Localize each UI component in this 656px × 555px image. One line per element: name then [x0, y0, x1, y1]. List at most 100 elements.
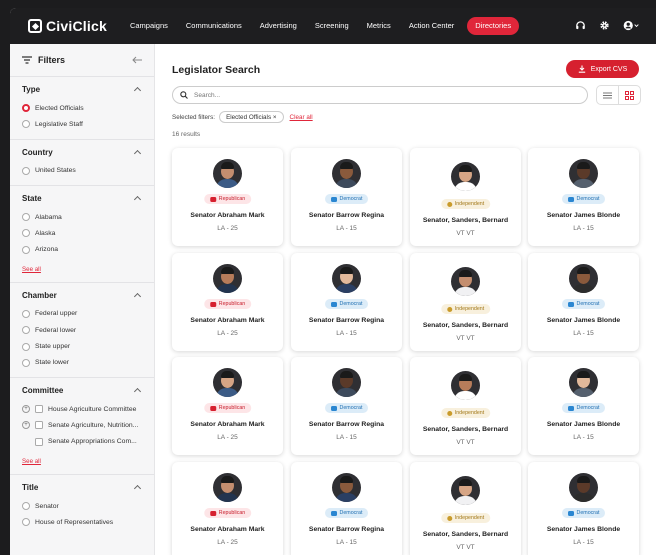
radio[interactable] [22, 213, 30, 222]
logo[interactable]: CiviClick [28, 18, 107, 34]
option-united-states[interactable]: United States [22, 163, 142, 179]
nav-campaigns[interactable]: Campaigns [121, 17, 177, 35]
nav-communications[interactable]: Communications [177, 17, 251, 35]
legislator-card[interactable]: Democrat Senator Barrow Regina LA - 15 [291, 357, 402, 455]
option-elected-officials[interactable]: Elected Officials [22, 100, 142, 116]
search-bar[interactable] [172, 86, 588, 104]
elephant-icon [209, 301, 216, 307]
option-state-upper[interactable]: State upper [22, 338, 142, 354]
party-badge: Democrat [561, 508, 606, 518]
party-badge: Republican [203, 194, 252, 204]
remove-filter-icon[interactable]: × [273, 114, 277, 121]
legislator-district: VT VT [456, 335, 475, 342]
nav-action-center[interactable]: Action Center [400, 17, 463, 35]
party-label: Democrat [576, 196, 600, 202]
export-button[interactable]: Export CVS [566, 60, 639, 78]
legislator-card[interactable]: Republican Senator Abraham Mark LA - 25 [172, 253, 283, 351]
legislator-card[interactable]: Independent Senator, Sanders, Bernard VT V… [410, 357, 521, 455]
legislator-card[interactable]: Republican Senator Abraham Mark LA - 25 [172, 357, 283, 455]
checkbox[interactable] [35, 421, 43, 430]
radio[interactable] [22, 342, 30, 351]
party-badge: Democrat [324, 508, 369, 518]
chevron-up-icon[interactable] [133, 292, 142, 300]
radio[interactable] [22, 245, 30, 254]
grid-view-icon [625, 90, 634, 100]
party-label: Independent [454, 410, 485, 416]
legislator-card[interactable]: Democrat Senator James Blonde LA - 15 [528, 462, 639, 555]
radio[interactable] [22, 309, 30, 318]
option-house-of-representatives[interactable]: House of Representatives [22, 514, 142, 530]
legislator-card[interactable]: Independent Senator, Sanders, Bernard VT V… [410, 148, 521, 246]
top-nav: CiviClick Campaigns Communications Adver… [10, 8, 656, 44]
radio-selected[interactable] [22, 104, 30, 113]
legislator-card[interactable]: Democrat Senator James Blonde LA - 15 [528, 148, 639, 246]
gear-icon[interactable] [598, 19, 610, 31]
chevron-up-icon[interactable] [133, 195, 142, 203]
chevron-up-icon[interactable] [133, 149, 142, 157]
legislator-card[interactable]: Democrat Senator James Blonde LA - 15 [528, 357, 639, 455]
chevron-up-icon[interactable] [133, 86, 142, 95]
collapse-arrow-icon[interactable] [132, 56, 142, 64]
see-all-states-link[interactable]: See all [22, 266, 41, 273]
party-label: Democrat [339, 405, 363, 411]
expand-plus-icon[interactable]: + [22, 421, 30, 430]
avatar [332, 473, 361, 502]
option-state-lower[interactable]: State lower [22, 355, 142, 371]
search-input[interactable] [194, 91, 574, 99]
party-label: Independent [454, 515, 485, 521]
section-title-state: State [22, 193, 42, 203]
option-alabama[interactable]: Alabama [22, 209, 142, 225]
radio[interactable] [22, 120, 30, 129]
option-senate-agriculture[interactable]: + Senate Agriculture, Nutrition... [22, 417, 142, 433]
legislator-card[interactable]: Independent Senator, Sanders, Bernard VT V… [410, 253, 521, 351]
legislator-name: Senator James Blonde [546, 526, 621, 533]
legislator-card[interactable]: Republican Senator Abraham Mark LA - 25 [172, 462, 283, 555]
chevron-up-icon[interactable] [133, 484, 142, 492]
option-federal-upper[interactable]: Federal upper [22, 306, 142, 322]
option-senate-appropriations[interactable]: Senate Appropriations Com... [22, 434, 142, 450]
user-menu-icon[interactable] [622, 19, 640, 31]
legislator-card[interactable]: Republican Senator Abraham Mark LA - 25 [172, 148, 283, 246]
clear-all-link[interactable]: Clear all [290, 114, 313, 121]
radio[interactable] [22, 229, 30, 238]
see-all-committees-link[interactable]: See all [22, 458, 41, 465]
list-view-button[interactable] [597, 86, 618, 104]
chevron-up-icon[interactable] [133, 387, 142, 396]
option-alaska[interactable]: Alaska [22, 225, 142, 241]
filter-lines-icon [22, 56, 32, 64]
legislator-name: Senator, Sanders, Bernard [422, 426, 509, 433]
option-arizona[interactable]: Arizona [22, 241, 142, 257]
option-house-agriculture[interactable]: + House Agriculture Committee [22, 401, 142, 417]
independent-icon [446, 410, 452, 416]
option-federal-lower[interactable]: Federal lower [22, 322, 142, 338]
nav-directories[interactable]: Directories [467, 17, 520, 35]
radio[interactable] [22, 502, 30, 510]
option-label: United States [35, 167, 76, 175]
legislator-district: LA - 15 [336, 330, 357, 337]
radio[interactable] [22, 518, 30, 527]
filter-chip[interactable]: Elected Officials × [219, 111, 284, 123]
legislator-district: VT VT [456, 439, 475, 446]
nav-metrics[interactable]: Metrics [358, 17, 400, 35]
avatar [569, 159, 598, 188]
legislator-card[interactable]: Independent Senator, Sanders, Bernard VT V… [410, 462, 521, 555]
donkey-icon [330, 510, 337, 516]
legislator-card[interactable]: Democrat Senator Barrow Regina LA - 15 [291, 148, 402, 246]
nav-advertising[interactable]: Advertising [251, 17, 306, 35]
legislator-card[interactable]: Democrat Senator Barrow Regina LA - 15 [291, 253, 402, 351]
elephant-icon [209, 405, 216, 411]
checkbox[interactable] [35, 437, 43, 446]
expand-plus-icon[interactable]: + [22, 405, 30, 414]
option-legislative-staff[interactable]: Legislative Staff [22, 116, 142, 132]
legislator-card[interactable]: Democrat Senator Barrow Regina LA - 15 [291, 462, 402, 555]
option-label: Federal upper [35, 310, 78, 318]
radio[interactable] [22, 166, 30, 175]
checkbox[interactable] [35, 405, 43, 414]
radio[interactable] [22, 326, 30, 335]
nav-screening[interactable]: Screening [306, 17, 358, 35]
headset-icon[interactable] [574, 19, 586, 31]
radio[interactable] [22, 358, 30, 367]
legislator-card[interactable]: Democrat Senator James Blonde LA - 15 [528, 253, 639, 351]
grid-view-button[interactable] [618, 86, 640, 104]
option-senator[interactable]: Senator [22, 498, 142, 514]
